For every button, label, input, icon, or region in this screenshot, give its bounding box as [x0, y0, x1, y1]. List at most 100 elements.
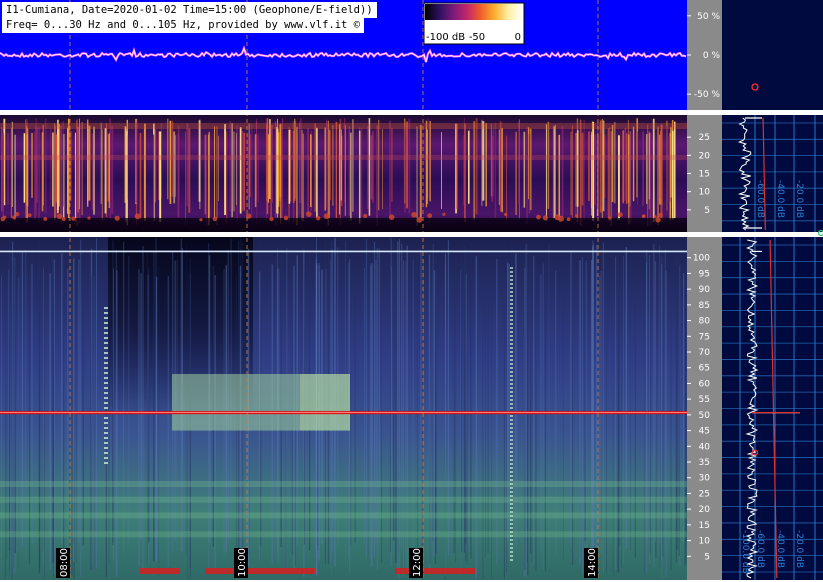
- dotted-column: [104, 337, 108, 339]
- low-freq-spot: [617, 212, 623, 218]
- dotted-column: [104, 307, 108, 309]
- dotted-column: [510, 323, 513, 325]
- low-freq-spot: [87, 216, 91, 220]
- dotted-column: [510, 339, 513, 341]
- y-tick-label: 0 %: [703, 51, 721, 61]
- dotted-column: [510, 475, 513, 477]
- colorbar-label: -100 dB: [426, 32, 465, 43]
- low-freq-spot: [416, 216, 423, 223]
- dotted-column: [104, 427, 108, 429]
- dotted-column: [510, 403, 513, 405]
- dotted-column: [510, 523, 513, 525]
- dotted-column: [510, 451, 513, 453]
- low-green-band: [0, 481, 687, 487]
- y-tick-label: 10: [699, 188, 711, 198]
- y-tick-label: 95: [699, 269, 710, 279]
- dotted-column: [104, 332, 108, 334]
- low-burst: [205, 568, 315, 574]
- low-freq-spot: [305, 211, 312, 217]
- low-band-mid: [0, 155, 687, 160]
- low-freq-spot: [134, 213, 141, 220]
- low-freq-spot: [566, 217, 571, 222]
- low-freq-spot: [269, 216, 274, 222]
- dotted-column: [104, 327, 108, 329]
- y-tick-label: 20: [699, 505, 711, 515]
- y-tick-label: 70: [699, 348, 711, 358]
- dotted-column: [104, 432, 108, 434]
- dotted-column: [510, 419, 513, 421]
- y-tick-label: 50: [699, 411, 711, 421]
- dotted-column: [510, 551, 513, 553]
- low-freq-spot: [323, 213, 330, 220]
- low-freq-spot: [3, 215, 7, 219]
- low-freq-spot: [536, 214, 541, 220]
- y-tick-label: 45: [699, 427, 710, 437]
- dotted-column: [510, 459, 513, 461]
- low-burst: [395, 568, 475, 574]
- dotted-column: [510, 291, 513, 293]
- dotted-column: [104, 312, 108, 314]
- colorbar-label: -50: [469, 32, 485, 43]
- dotted-column: [104, 462, 108, 464]
- profile-db-label: -40.0 dB: [775, 180, 785, 218]
- dotted-column: [104, 372, 108, 374]
- time-tick-label: 14:00: [587, 548, 598, 577]
- dotted-column: [510, 375, 513, 377]
- low-freq-spot: [61, 216, 66, 222]
- low-freq-spot: [655, 217, 661, 223]
- dotted-column: [510, 287, 513, 289]
- low-freq-spot: [27, 213, 32, 218]
- y-tick-label: 20: [699, 151, 711, 161]
- dotted-column: [104, 392, 108, 394]
- dotted-column: [510, 539, 513, 541]
- dotted-column: [104, 362, 108, 364]
- dotted-column: [510, 387, 513, 389]
- dotted-column: [510, 367, 513, 369]
- dotted-column: [510, 299, 513, 301]
- y-tick-label: 30: [699, 474, 711, 484]
- dotted-column: [510, 495, 513, 497]
- dotted-column: [510, 439, 513, 441]
- low-freq-spot: [641, 214, 646, 219]
- y-tick-label: 10: [699, 537, 711, 547]
- dotted-column: [510, 483, 513, 485]
- dotted-column: [510, 363, 513, 365]
- dotted-column: [510, 359, 513, 361]
- dotted-column: [510, 331, 513, 333]
- colorbar-gradient: [425, 4, 523, 20]
- low-freq-spot: [363, 213, 368, 219]
- time-tick-label: 08:00: [59, 548, 70, 577]
- y-tick-label: 5: [704, 552, 710, 562]
- y-tick-label: 75: [699, 332, 710, 342]
- y-tick-label: -50 %: [694, 90, 721, 100]
- dotted-column: [104, 407, 108, 409]
- dotted-column: [510, 395, 513, 397]
- low-freq-spot: [114, 215, 120, 221]
- dotted-column: [510, 415, 513, 417]
- dotted-column: [510, 435, 513, 437]
- dotted-column: [510, 519, 513, 521]
- dotted-column: [510, 351, 513, 353]
- dotted-column: [510, 515, 513, 517]
- dotted-column: [510, 431, 513, 433]
- header-line-2: Freq= 0...30 Hz and 0...105 Hz, provided…: [2, 17, 365, 33]
- dotted-column: [104, 452, 108, 454]
- dotted-column: [510, 447, 513, 449]
- dotted-column: [104, 422, 108, 424]
- dotted-column: [104, 322, 108, 324]
- dotted-column: [104, 397, 108, 399]
- y-tick-label: 25: [699, 133, 710, 143]
- dotted-column: [510, 383, 513, 385]
- dotted-column: [510, 271, 513, 273]
- dotted-column: [510, 487, 513, 489]
- dotted-column: [510, 307, 513, 309]
- dotted-column: [510, 471, 513, 473]
- low-freq-spot: [411, 211, 417, 218]
- dotted-column: [510, 275, 513, 277]
- profile-db-label: -60.0 dB: [755, 180, 765, 218]
- dotted-column: [510, 455, 513, 457]
- dotted-column: [104, 347, 108, 349]
- header-line-1: I1-Cumiana, Date=2020-01-02 Time=15:00 (…: [2, 2, 377, 18]
- low-freq-spot: [658, 212, 663, 218]
- dotted-column: [510, 559, 513, 561]
